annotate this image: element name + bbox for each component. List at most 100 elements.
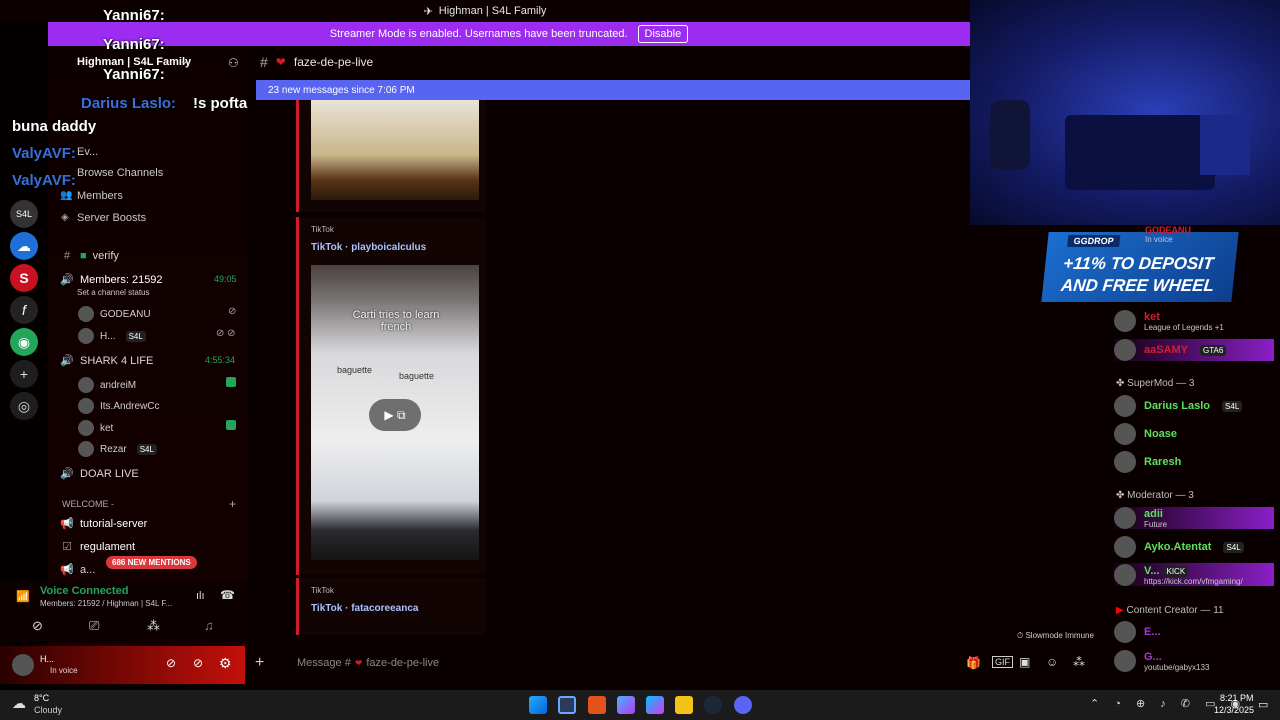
avatar xyxy=(78,306,94,322)
server-icon-f[interactable]: f xyxy=(10,296,38,324)
menu-members[interactable]: Members xyxy=(77,190,123,202)
weather-icon: ☁ xyxy=(12,695,26,711)
embed-tiktok: TikTok TikTok · fatacoreeanca xyxy=(296,578,486,635)
category-label: Moderator — 3 xyxy=(1127,490,1194,501)
member-name: G... xyxy=(1144,650,1162,663)
add-channel-icon[interactable]: + xyxy=(229,497,236,511)
new-mentions-badge[interactable]: 686 NEW MENTIONS xyxy=(106,556,197,569)
copilot-icon[interactable] xyxy=(617,696,635,714)
member-row[interactable]: V... KICK https://kick.com/vfmgaming/ xyxy=(1114,563,1274,586)
disable-button[interactable]: Disable xyxy=(637,25,689,43)
overlay-chat-user: ValyAVF: xyxy=(12,145,76,162)
slowmode-label: ⏱ Slowmode Immune xyxy=(1017,631,1094,640)
member-row[interactable]: ket League of Legends +1 xyxy=(1114,310,1224,332)
noise-icon[interactable]: ılı xyxy=(196,590,205,602)
disconnect-icon[interactable]: ☎ xyxy=(220,588,235,602)
clock-date[interactable]: 12/3/2025 xyxy=(1214,705,1254,715)
member-row[interactable]: Darius Laslo S4L xyxy=(1114,395,1243,417)
avatar[interactable] xyxy=(12,654,34,676)
embed-title[interactable]: TikTok · playboicalculus xyxy=(311,242,426,253)
mute-icon[interactable]: ⊘ xyxy=(166,656,176,670)
emoji-icon[interactable]: ☺ xyxy=(1046,655,1058,669)
steam-icon[interactable] xyxy=(704,696,722,714)
server-icon-1[interactable]: S4L xyxy=(10,200,38,228)
category-label: Content Creator — 11 xyxy=(1126,605,1224,616)
member-row[interactable]: aaSAMY GTA6 xyxy=(1114,339,1274,361)
member-row[interactable]: adii Future xyxy=(1114,507,1274,529)
video-word: baguette xyxy=(337,365,373,375)
settings-gear-icon[interactable]: ⚙ xyxy=(219,655,232,672)
play-icon[interactable]: ▶ ⧉ xyxy=(369,399,421,431)
discord-icon[interactable] xyxy=(734,696,752,714)
start-icon[interactable] xyxy=(529,696,547,714)
taskview-icon[interactable] xyxy=(558,696,576,714)
server-icon-green[interactable]: ◉ xyxy=(10,328,38,356)
office-icon[interactable] xyxy=(646,696,664,714)
voice-user[interactable]: andreiM xyxy=(78,377,136,393)
member-row[interactable]: Ayko.Atentat S4L xyxy=(1114,536,1244,558)
category-welcome[interactable]: WELCOME - xyxy=(62,499,114,509)
channel-label: regulament xyxy=(80,540,136,553)
clock-time[interactable]: 8:21 PM xyxy=(1220,693,1254,703)
avatar xyxy=(78,377,94,393)
voice-user[interactable]: H... S4L xyxy=(78,328,146,344)
activities-icon[interactable]: ⁂ xyxy=(147,618,160,634)
member-row[interactable]: GODEANU In voice xyxy=(1145,225,1191,244)
member-row[interactable]: Noase xyxy=(1114,423,1177,445)
gift-icon[interactable]: 🎁 xyxy=(966,656,981,670)
voice-user[interactable]: ket xyxy=(78,420,113,436)
menu-events[interactable]: Ev... xyxy=(77,146,98,158)
member-row[interactable]: Raresh xyxy=(1114,451,1181,473)
notification-icon[interactable]: ▭ xyxy=(1258,698,1268,711)
sticker-icon[interactable]: ▣ xyxy=(1019,655,1030,669)
channel-tutorial-server[interactable]: 📢 tutorial-server xyxy=(60,517,147,531)
channel-status[interactable]: Set a channel status xyxy=(77,288,150,297)
folder-icon[interactable] xyxy=(675,696,693,714)
channel-verify[interactable]: # ■ verify xyxy=(60,250,119,262)
add-friend-icon[interactable]: ⚇ xyxy=(228,56,239,70)
member-row[interactable]: E... xyxy=(1114,621,1161,643)
apps-icon[interactable]: ⁂ xyxy=(1073,655,1085,669)
composer-placeholder: Message # xyxy=(297,657,351,669)
add-attachment-icon[interactable]: + xyxy=(255,654,285,672)
embed-title[interactable]: TikTok · fatacoreeanca xyxy=(311,603,418,614)
server-icon-s[interactable]: S xyxy=(10,264,38,292)
app-icon: ✈ xyxy=(423,5,433,18)
menu-browse-channels[interactable]: Browse Channels xyxy=(77,167,163,179)
voice-channel-members[interactable]: 🔊 Members: 21592 xyxy=(60,273,162,287)
voice-location[interactable]: Members: 21592 / Highman | S4L F... xyxy=(40,599,172,608)
deafen-icon[interactable]: ⊘ xyxy=(193,656,203,670)
weather-temp[interactable]: 8°C xyxy=(34,693,49,703)
voice-channel-doar-live[interactable]: 🔊 DOAR LIVE xyxy=(60,467,139,481)
new-messages-bar[interactable]: 23 new messages since 7:06 PM xyxy=(256,80,970,100)
embed-image[interactable] xyxy=(311,100,479,200)
channel-a[interactable]: 📢 a... xyxy=(60,563,95,577)
banner-text: Streamer Mode is enabled. Usernames have… xyxy=(329,28,628,40)
member-sub: Future xyxy=(1144,519,1168,529)
voice-time: 49:05 xyxy=(214,274,237,284)
screenshare-icon[interactable]: ⎚ xyxy=(89,618,99,634)
voice-user[interactable]: Rezar S4L xyxy=(78,441,157,457)
voice-channel-shark[interactable]: 🔊 SHARK 4 LIFE xyxy=(60,354,153,368)
chevron-down-icon[interactable]: ⌄ xyxy=(180,56,188,67)
user-panel xyxy=(0,646,245,684)
member-category: ✤ SuperMod — 3 xyxy=(1116,378,1195,389)
avatar xyxy=(1114,621,1136,643)
soundboard-icon[interactable]: ♫ xyxy=(204,618,214,633)
channel-regulament[interactable]: ☑ regulament xyxy=(60,540,136,554)
embed-video[interactable]: Carti tries to learn french baguette bag… xyxy=(311,265,479,560)
voice-user-name: GODEANU xyxy=(100,308,151,320)
gif-icon[interactable]: GIF xyxy=(992,656,1013,668)
voice-user[interactable]: Its.AndrewCc xyxy=(78,398,159,414)
server-icon-red[interactable]: ☁ xyxy=(10,232,38,260)
voice-user[interactable]: GODEANU xyxy=(78,306,151,322)
add-server-icon[interactable]: + xyxy=(10,360,38,388)
camera-off-icon[interactable]: ⊘ xyxy=(32,618,43,634)
member-name: V... xyxy=(1144,565,1160,577)
brave-icon[interactable] xyxy=(588,696,606,714)
weather-desc[interactable]: Cloudy xyxy=(34,705,62,715)
discover-icon[interactable]: ◎ xyxy=(10,392,38,420)
menu-server-boosts[interactable]: Server Boosts xyxy=(77,212,146,224)
member-name: ket xyxy=(1144,310,1160,323)
member-row[interactable]: G... youtube/gabyx133 xyxy=(1114,650,1209,672)
